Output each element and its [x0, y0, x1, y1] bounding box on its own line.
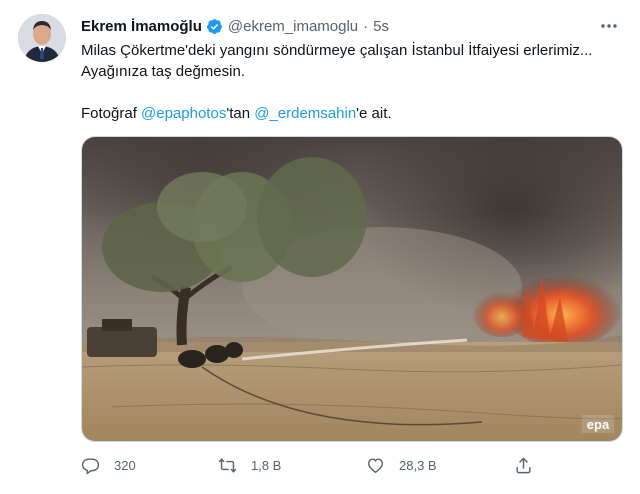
svg-text:epa: epa: [587, 417, 610, 432]
tweet-text-line2: Ayağınıza taş değmesin.: [81, 63, 245, 80]
reply-icon: [81, 457, 100, 475]
heart-icon: [368, 457, 383, 473]
credit-mid: 'tan: [226, 105, 255, 122]
photo-credit: Fotoğraf @epaphotos'tan @_erdemsahin'e a…: [81, 103, 626, 124]
tweet-photo[interactable]: epa: [81, 136, 623, 442]
retweet-count: 1,8 B: [251, 457, 282, 473]
retweet-button[interactable]: 1,8 B: [218, 454, 281, 476]
retweet-icon: [218, 457, 237, 473]
more-dots-icon[interactable]: [598, 15, 620, 37]
epa-watermark: epa: [582, 415, 614, 433]
reply-button[interactable]: 320: [81, 454, 136, 476]
author-name[interactable]: Ekrem İmamoğlu: [81, 18, 202, 35]
separator-dot: ·: [363, 17, 369, 35]
tweet-header: Ekrem İmamoğlu @ekrem_imamoglu · 5s: [81, 15, 620, 37]
tweet-time[interactable]: 5s: [373, 18, 389, 35]
mention-erdemsahin[interactable]: @_erdemsahin: [254, 105, 356, 122]
author-handle[interactable]: @ekrem_imamoglu: [228, 18, 358, 35]
like-button[interactable]: 28,3 B: [366, 454, 437, 476]
tweet[interactable]: Ekrem İmamoğlu @ekrem_imamoglu · 5s Mila…: [0, 0, 640, 494]
credit-prefix: Fotoğraf: [81, 105, 142, 122]
mention-epaphotos[interactable]: @epaphotos: [141, 105, 226, 122]
share-button[interactable]: [514, 454, 547, 476]
tweet-text: Milas Çökertme'deki yangını söndürmeye ç…: [81, 40, 626, 124]
like-count: 28,3 B: [399, 457, 437, 473]
share-icon: [516, 456, 531, 473]
tweet-text-line1: Milas Çökertme'deki yangını söndürmeye ç…: [81, 42, 593, 59]
reply-count: 320: [114, 457, 136, 473]
action-bar: 320 1,8 B 28,3 B: [81, 454, 551, 476]
credit-suffix: 'e ait.: [356, 105, 392, 122]
verified-badge-icon: [206, 18, 222, 34]
avatar[interactable]: [18, 14, 66, 62]
